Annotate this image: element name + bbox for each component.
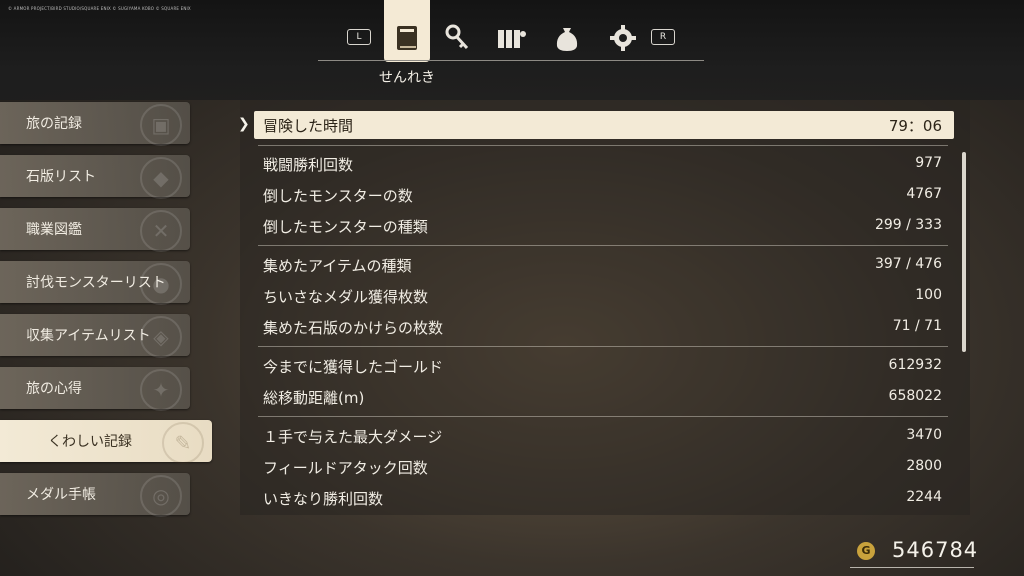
record-label: 戦闘勝利回数 [263,156,354,174]
record-row[interactable]: 集めた石版のかけらの枚数 71 / 71 [254,313,954,341]
record-value: 397 / 476 [874,256,942,272]
record-value: 658022 [888,388,942,404]
gold-amount: 546784 [892,538,979,562]
record-value: 4767 [906,186,942,202]
record-value: 977 [915,155,942,171]
sidebar-item-label: くわしい記録 [48,434,132,450]
l-shoulder-button[interactable]: L [347,29,371,45]
record-label: 倒したモンスターの数 [263,187,413,205]
tab-divider [318,60,704,61]
item-icon: ◈ [140,316,182,358]
record-value: 71 / 71 [892,318,942,334]
record-row[interactable]: 今までに獲得したゴールド 612932 [254,352,954,380]
record-label: 倒したモンスターの種類 [263,218,428,236]
sidebar-item-job-encyclopedia[interactable]: 職業図鑑 ✕ [0,208,190,252]
sidebar-item-tablet-list[interactable]: 石版リスト ◆ [0,155,190,199]
record-label: 今までに獲得したゴールド [263,358,444,376]
record-label: ちいさなメダル獲得枚数 [263,288,429,306]
top-tab-bar: © ARMOR PROJECT/BIRD STUDIO/SQUARE ENIX … [0,0,1024,100]
record-label: 総移動距離(m) [263,389,365,407]
record-row[interactable]: 倒したモンスターの数 4767 [254,181,954,209]
record-value: 100 [915,287,942,303]
tablet-icon: ◆ [140,157,182,199]
sidebar-item-label: 収集アイテムリスト [26,328,151,344]
record-label: １手で与えた最大ダメージ [263,428,443,446]
record-label: 集めた石版のかけらの枚数 [263,319,444,337]
sidebar-item-medal-book[interactable]: メダル手帳 ◎ [0,473,190,517]
record-row[interactable]: フィールドアタック回数 2800 [254,453,954,481]
tools-icon: ✕ [140,210,182,252]
sidebar-item-label: メダル手帳 [26,487,96,503]
medal-icon: ◎ [140,475,182,517]
record-value: 2800 [906,458,942,474]
gold-coin-icon: G [857,542,875,560]
divider [258,245,948,246]
r-shoulder-button[interactable]: R [651,29,675,45]
monster-icon: ● [140,263,182,305]
sidebar-item-item-list[interactable]: 収集アイテムリスト ◈ [0,314,190,358]
sidebar-item-travel-record[interactable]: 旅の記録 ▣ [0,102,190,146]
selection-cursor-icon: ❯ [238,116,250,132]
book-icon[interactable] [391,22,423,54]
sidebar-item-label: 職業図鑑 [26,222,82,238]
record-value: 3470 [906,427,942,443]
record-value: 2244 [906,489,942,505]
party-icon[interactable] [495,22,527,54]
record-row[interactable]: １手で与えた最大ダメージ 3470 [254,422,954,450]
divider [258,416,948,417]
record-value: 612932 [888,357,942,373]
sidebar-item-detailed-record[interactable]: くわしい記録 ✎ [0,420,212,464]
sidebar-item-monster-list[interactable]: 討伐モンスターリスト ● [0,261,190,305]
record-label: 冒険した時間 [263,117,354,135]
gear-icon[interactable] [607,22,639,54]
tips-icon: ✦ [140,369,182,411]
record-row[interactable]: 倒したモンスターの種類 299 / 333 [254,212,954,240]
record-row[interactable]: 総移動距離(m) 658022 [254,383,954,411]
active-tab-caption: せんれき [379,70,435,86]
record-row[interactable]: ちいさなメダル獲得枚数 100 [254,282,954,310]
key-icon[interactable] [441,22,473,54]
sidebar-item-label: 石版リスト [26,169,96,185]
record-panel: ❯ 冒険した時間 79：06 戦闘勝利回数 977 倒したモンスターの数 476… [238,100,970,515]
sidebar-item-label: 旅の記録 [26,116,82,132]
quill-icon: ✎ [162,422,204,464]
copyright-text: © ARMOR PROJECT/BIRD STUDIO/SQUARE ENIX … [8,6,191,11]
record-row[interactable]: いきなり勝利回数 2244 [254,484,954,512]
divider [258,346,948,347]
record-label: 集めたアイテムの種類 [263,257,412,275]
record-value: 79：06 [888,117,942,135]
record-label: いきなり勝利回数 [263,490,384,508]
record-label: フィールドアタック回数 [263,459,428,477]
record-row[interactable]: 戦闘勝利回数 977 [254,150,954,178]
sidebar-item-label: 旅の心得 [26,381,82,397]
divider [258,145,948,146]
scrollbar[interactable] [962,152,966,352]
record-row-adventure-time[interactable]: ❯ 冒険した時間 79：06 [238,111,954,139]
bag-icon[interactable] [551,22,583,54]
book-icon: ▣ [140,104,182,146]
gold-underline [850,567,974,568]
record-value: 299 / 333 [874,217,942,233]
record-row[interactable]: 集めたアイテムの種類 397 / 476 [254,251,954,279]
sidebar-item-travel-tips[interactable]: 旅の心得 ✦ [0,367,190,411]
